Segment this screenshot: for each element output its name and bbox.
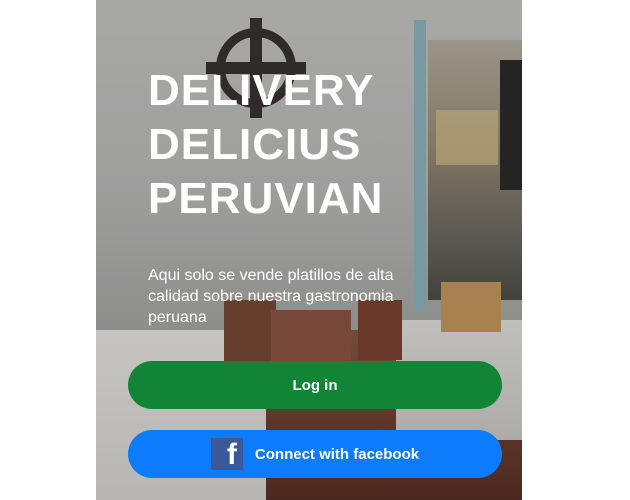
app-tagline: Aqui solo se vende platillos de alta cal… xyxy=(148,267,394,326)
facebook-button-label: Connect with facebook xyxy=(254,445,420,463)
login-button[interactable]: Log in xyxy=(128,361,502,409)
facebook-icon: f xyxy=(210,438,243,470)
facebook-connect-button[interactable]: f Connect with facebook xyxy=(128,430,502,478)
title-line-1: DELIVERY xyxy=(148,66,375,115)
title-line-2: DELICIUS xyxy=(148,120,362,169)
title-line-3: PERUVIAN xyxy=(148,174,384,223)
app-title: DELIVERY DELICIUS PERUVIAN xyxy=(148,64,508,226)
login-screen: DELIVERY DELICIUS PERUVIAN Aqui solo se … xyxy=(96,0,522,500)
login-button-label: Log in xyxy=(292,376,338,394)
